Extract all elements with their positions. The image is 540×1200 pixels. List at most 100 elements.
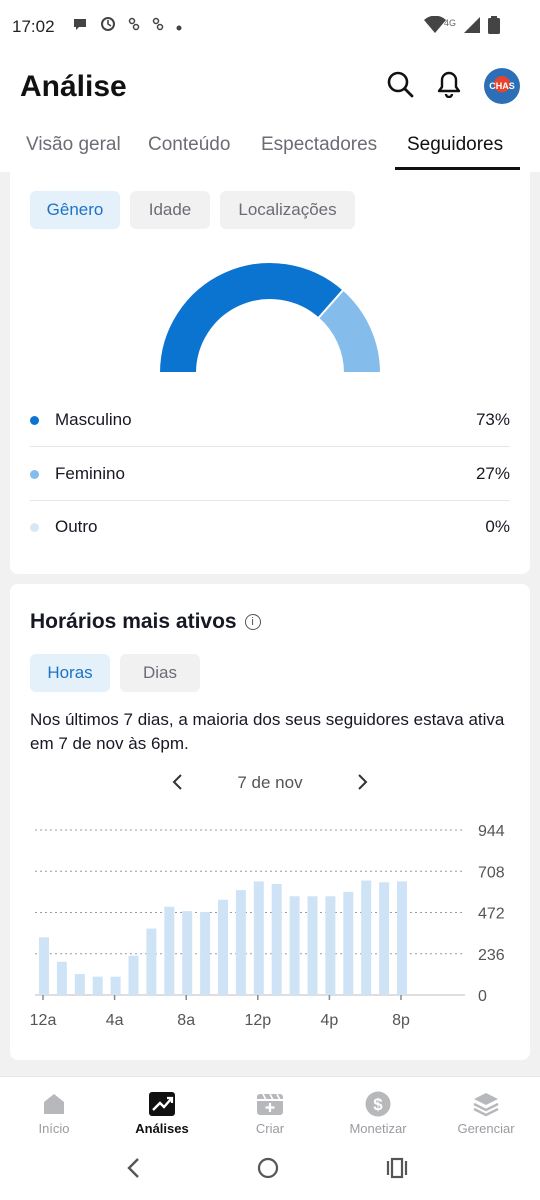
legend-row-feminino: Feminino 27%: [30, 447, 510, 501]
bar-7a[interactable]: [164, 906, 175, 995]
app-header: Análise CHAS Visão geral Conteúdo Espect…: [0, 52, 540, 172]
legend-row-masculino: Masculino 73%: [30, 393, 510, 447]
tab-espectadores[interactable]: Espectadores: [261, 134, 377, 156]
chevron-left-icon[interactable]: [168, 770, 188, 800]
bar-6a[interactable]: [146, 928, 157, 995]
search-icon[interactable]: [386, 70, 414, 103]
chat-icon: [72, 16, 88, 37]
recent-apps-icon[interactable]: [385, 1156, 409, 1185]
active-hours-bar-chart: 944 708 472 236 0 12a 4a 8a 12p 4p 8p: [30, 823, 505, 1029]
tab-visao-geral[interactable]: Visão geral: [26, 134, 121, 156]
legend-row-outro: Outro 0%: [30, 500, 510, 554]
nav-label: Início: [38, 1121, 70, 1136]
bar-8p[interactable]: [397, 881, 407, 995]
active-tab-indicator: [395, 167, 520, 170]
legend-value: 73%: [475, 410, 510, 429]
create-icon: [257, 1093, 283, 1115]
gauge-segment-masculino: [157, 261, 345, 374]
bar-9a[interactable]: [200, 911, 211, 995]
nav-analises[interactable]: Análises: [112, 1091, 212, 1136]
bar-8a[interactable]: [182, 911, 193, 995]
info-icon[interactable]: i: [244, 614, 261, 630]
selected-date: 7 de nov: [237, 773, 303, 792]
legend-label: Feminino: [55, 464, 125, 483]
active-times-card: Horários mais ativos i Horas Dias Nos úl…: [10, 584, 530, 1060]
chip-idade[interactable]: Idade: [130, 191, 210, 229]
bar-3p[interactable]: [307, 896, 318, 995]
battery-icon: [488, 16, 500, 39]
system-status-icons: 4G: [423, 15, 500, 39]
x-tick-label: 8a: [177, 1012, 195, 1029]
app-notification-icon: [128, 17, 140, 36]
y-tick-label: 944: [478, 823, 505, 840]
section-title: Horários mais ativos i: [30, 610, 261, 634]
bar-4p[interactable]: [325, 896, 336, 995]
tab-conteudo[interactable]: Conteúdo: [148, 134, 230, 156]
bar-12a[interactable]: [39, 937, 49, 995]
bar-3a[interactable]: [92, 976, 103, 995]
tab-bar: Visão geral Conteúdo Espectadores Seguid…: [0, 130, 540, 172]
nav-label: Gerenciar: [457, 1121, 515, 1136]
gender-card: Gênero Idade Localizações Masculino 73% …: [10, 172, 530, 574]
legend-label: Masculino: [55, 410, 132, 429]
signal-icon: [464, 17, 480, 38]
x-tick-label: 4p: [321, 1012, 339, 1029]
nav-label: Análises: [135, 1121, 189, 1136]
legend-dot-outro: [30, 522, 39, 532]
x-tick-label: 12p: [244, 1012, 271, 1029]
svg-text:$: $: [373, 1095, 383, 1114]
bar-12p[interactable]: [253, 881, 264, 995]
wifi-icon: [423, 15, 446, 39]
notification-icons: [72, 16, 182, 37]
y-tick-label: 472: [478, 906, 505, 923]
bell-icon[interactable]: [436, 70, 462, 103]
nav-monetizar[interactable]: $ Monetizar: [328, 1091, 428, 1136]
page-title: Análise: [20, 70, 127, 103]
chip-dias[interactable]: Dias: [120, 654, 200, 692]
x-tick-label: 8p: [392, 1012, 410, 1029]
legend-label: Outro: [55, 517, 98, 536]
app-notification-icon: [152, 17, 164, 36]
date-navigator: 7 de nov: [10, 770, 530, 800]
network-type-label: 4G: [443, 17, 456, 28]
home-circle-icon[interactable]: [256, 1156, 280, 1185]
nav-gerenciar[interactable]: Gerenciar: [436, 1091, 536, 1136]
bar-2a[interactable]: [74, 974, 85, 995]
bar-5a[interactable]: [128, 955, 139, 995]
y-tick-label: 0: [478, 988, 487, 1005]
home-icon: [44, 1094, 64, 1114]
nav-criar[interactable]: Criar: [220, 1091, 320, 1136]
chip-localizacoes[interactable]: Localizações: [220, 191, 355, 229]
layers-icon: [473, 1093, 499, 1117]
legend-dot-feminino: [30, 469, 39, 479]
bar-7p[interactable]: [379, 882, 390, 995]
system-nav-bar: [0, 1140, 540, 1200]
avatar-text: CHAS: [489, 81, 515, 91]
header-actions: CHAS: [386, 68, 520, 104]
nav-inicio[interactable]: Início: [4, 1091, 104, 1136]
x-tick-label: 4a: [106, 1012, 124, 1029]
status-bar: 17:02 4G: [0, 0, 540, 52]
nav-label: Criar: [255, 1121, 285, 1136]
gender-gauge-chart: [157, 261, 383, 374]
y-tick-label: 708: [478, 864, 505, 881]
bar-5p[interactable]: [343, 891, 354, 995]
bar-6p[interactable]: [361, 880, 372, 995]
bar-10a[interactable]: [218, 899, 228, 995]
section-title-text: Horários mais ativos: [30, 610, 237, 633]
status-time: 17:02: [12, 17, 55, 36]
back-icon[interactable]: [124, 1156, 144, 1185]
chip-horas[interactable]: Horas: [30, 654, 110, 692]
avatar[interactable]: CHAS: [484, 68, 520, 104]
bottom-nav: Início Análises Criar $ Monetizar Gerenc…: [0, 1076, 540, 1140]
dollar-icon: $: [365, 1091, 391, 1117]
tab-seguidores[interactable]: Seguidores: [407, 134, 503, 156]
bar-11a[interactable]: [235, 890, 246, 995]
chevron-right-icon[interactable]: [352, 770, 372, 800]
bar-1p[interactable]: [271, 884, 282, 995]
bar-4a[interactable]: [110, 976, 121, 995]
chip-genero[interactable]: Gênero: [30, 191, 120, 229]
y-tick-label: 236: [478, 947, 505, 964]
bar-1a[interactable]: [56, 961, 67, 995]
bar-2p[interactable]: [289, 896, 300, 995]
